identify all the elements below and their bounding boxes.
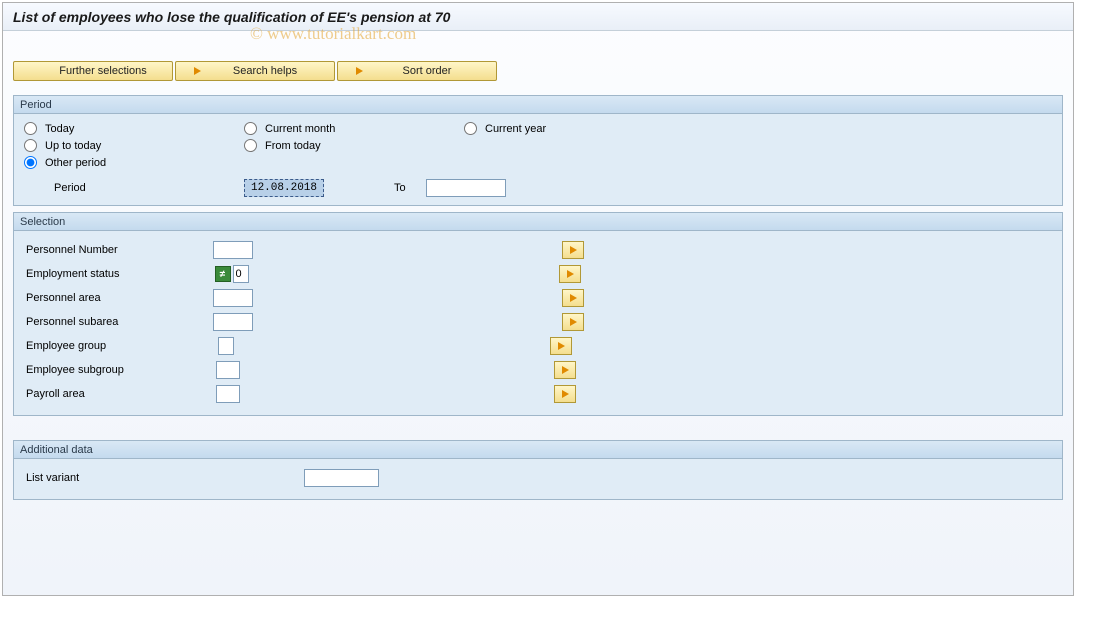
input-list-variant[interactable] <box>304 469 379 487</box>
selection-panel: Selection Personnel Number Employment st… <box>13 212 1063 416</box>
main-window: List of employees who lose the qualifica… <box>2 2 1074 596</box>
radio-today[interactable]: Today <box>24 122 244 135</box>
not-equal-icon: ≠ <box>215 266 231 282</box>
period-body: Today Current month Current year Up to t… <box>14 114 1062 205</box>
page-title: List of employees who lose the qualifica… <box>3 3 1073 31</box>
arrow-right-icon <box>562 390 569 398</box>
label-personnel-area: Personnel area <box>24 292 213 304</box>
further-selections-button[interactable]: Further selections <box>13 61 173 81</box>
arrow-right-icon <box>567 270 574 278</box>
multi-select-personnel-subarea[interactable] <box>562 313 584 331</box>
period-radio-grid: Today Current month Current year Up to t… <box>24 122 1052 173</box>
additional-data-header: Additional data <box>14 441 1062 459</box>
label-personnel-number: Personnel Number <box>24 244 213 256</box>
row-employee-group: Employee group <box>24 335 1052 357</box>
selection-body: Personnel Number Employment status ≠ Per… <box>14 231 1062 415</box>
input-payroll-area[interactable] <box>216 385 240 403</box>
period-header: Period <box>14 96 1062 114</box>
period-to-input[interactable] <box>426 179 506 197</box>
radio-current-year-label: Current year <box>485 123 546 135</box>
input-employment-status[interactable] <box>233 265 249 283</box>
period-date-row: Period To <box>24 179 1052 197</box>
arrow-right-icon <box>558 342 565 350</box>
sort-order-button[interactable]: Sort order <box>337 61 497 81</box>
input-personnel-number[interactable] <box>213 241 253 259</box>
arrow-right-icon <box>186 67 206 75</box>
row-personnel-number: Personnel Number <box>24 239 1052 261</box>
additional-data-body: List variant <box>14 459 1062 499</box>
period-panel: Period Today Current month Current year … <box>13 95 1063 206</box>
row-employee-subgroup: Employee subgroup <box>24 359 1052 381</box>
toolbar: Further selections Search helps Sort ord… <box>3 31 1073 89</box>
radio-from-today[interactable]: From today <box>244 139 464 152</box>
label-payroll-area: Payroll area <box>24 388 216 400</box>
multi-select-personnel-number[interactable] <box>562 241 584 259</box>
multi-select-employee-subgroup[interactable] <box>554 361 576 379</box>
label-employee-subgroup: Employee subgroup <box>24 364 216 376</box>
radio-today-label: Today <box>45 123 74 135</box>
arrow-right-icon <box>570 318 577 326</box>
arrow-right-icon <box>570 246 577 254</box>
row-personnel-subarea: Personnel subarea <box>24 311 1052 333</box>
input-employee-subgroup[interactable] <box>216 361 240 379</box>
row-payroll-area: Payroll area <box>24 383 1052 405</box>
radio-current-month[interactable]: Current month <box>244 122 464 135</box>
radio-up-to-today-label: Up to today <box>45 140 101 152</box>
radio-current-year[interactable]: Current year <box>464 122 684 135</box>
radio-current-month-label: Current month <box>265 123 335 135</box>
period-from-input[interactable] <box>244 179 324 197</box>
multi-select-employee-group[interactable] <box>550 337 572 355</box>
arrow-right-icon <box>570 294 577 302</box>
radio-up-to-today[interactable]: Up to today <box>24 139 244 152</box>
sort-order-label: Sort order <box>368 65 486 77</box>
additional-data-panel: Additional data List variant <box>13 440 1063 500</box>
search-helps-button[interactable]: Search helps <box>175 61 335 81</box>
multi-select-personnel-area[interactable] <box>562 289 584 307</box>
label-list-variant: List variant <box>24 472 304 484</box>
further-selections-label: Further selections <box>44 65 162 77</box>
multi-select-employment-status[interactable] <box>559 265 581 283</box>
period-label: Period <box>54 182 234 194</box>
radio-from-today-label: From today <box>265 140 321 152</box>
radio-other-period[interactable]: Other period <box>24 156 244 169</box>
period-to-label: To <box>394 182 406 194</box>
label-personnel-subarea: Personnel subarea <box>24 316 213 328</box>
input-personnel-subarea[interactable] <box>213 313 253 331</box>
label-employment-status: Employment status <box>24 268 215 280</box>
multi-select-payroll-area[interactable] <box>554 385 576 403</box>
label-employee-group: Employee group <box>24 340 218 352</box>
arrow-right-icon <box>348 67 368 75</box>
input-employee-group[interactable] <box>218 337 234 355</box>
arrow-right-icon <box>562 366 569 374</box>
input-personnel-area[interactable] <box>213 289 253 307</box>
row-personnel-area: Personnel area <box>24 287 1052 309</box>
search-helps-label: Search helps <box>206 65 324 77</box>
selection-header: Selection <box>14 213 1062 231</box>
radio-other-period-label: Other period <box>45 157 106 169</box>
row-list-variant: List variant <box>24 467 1052 489</box>
row-employment-status: Employment status ≠ <box>24 263 1052 285</box>
